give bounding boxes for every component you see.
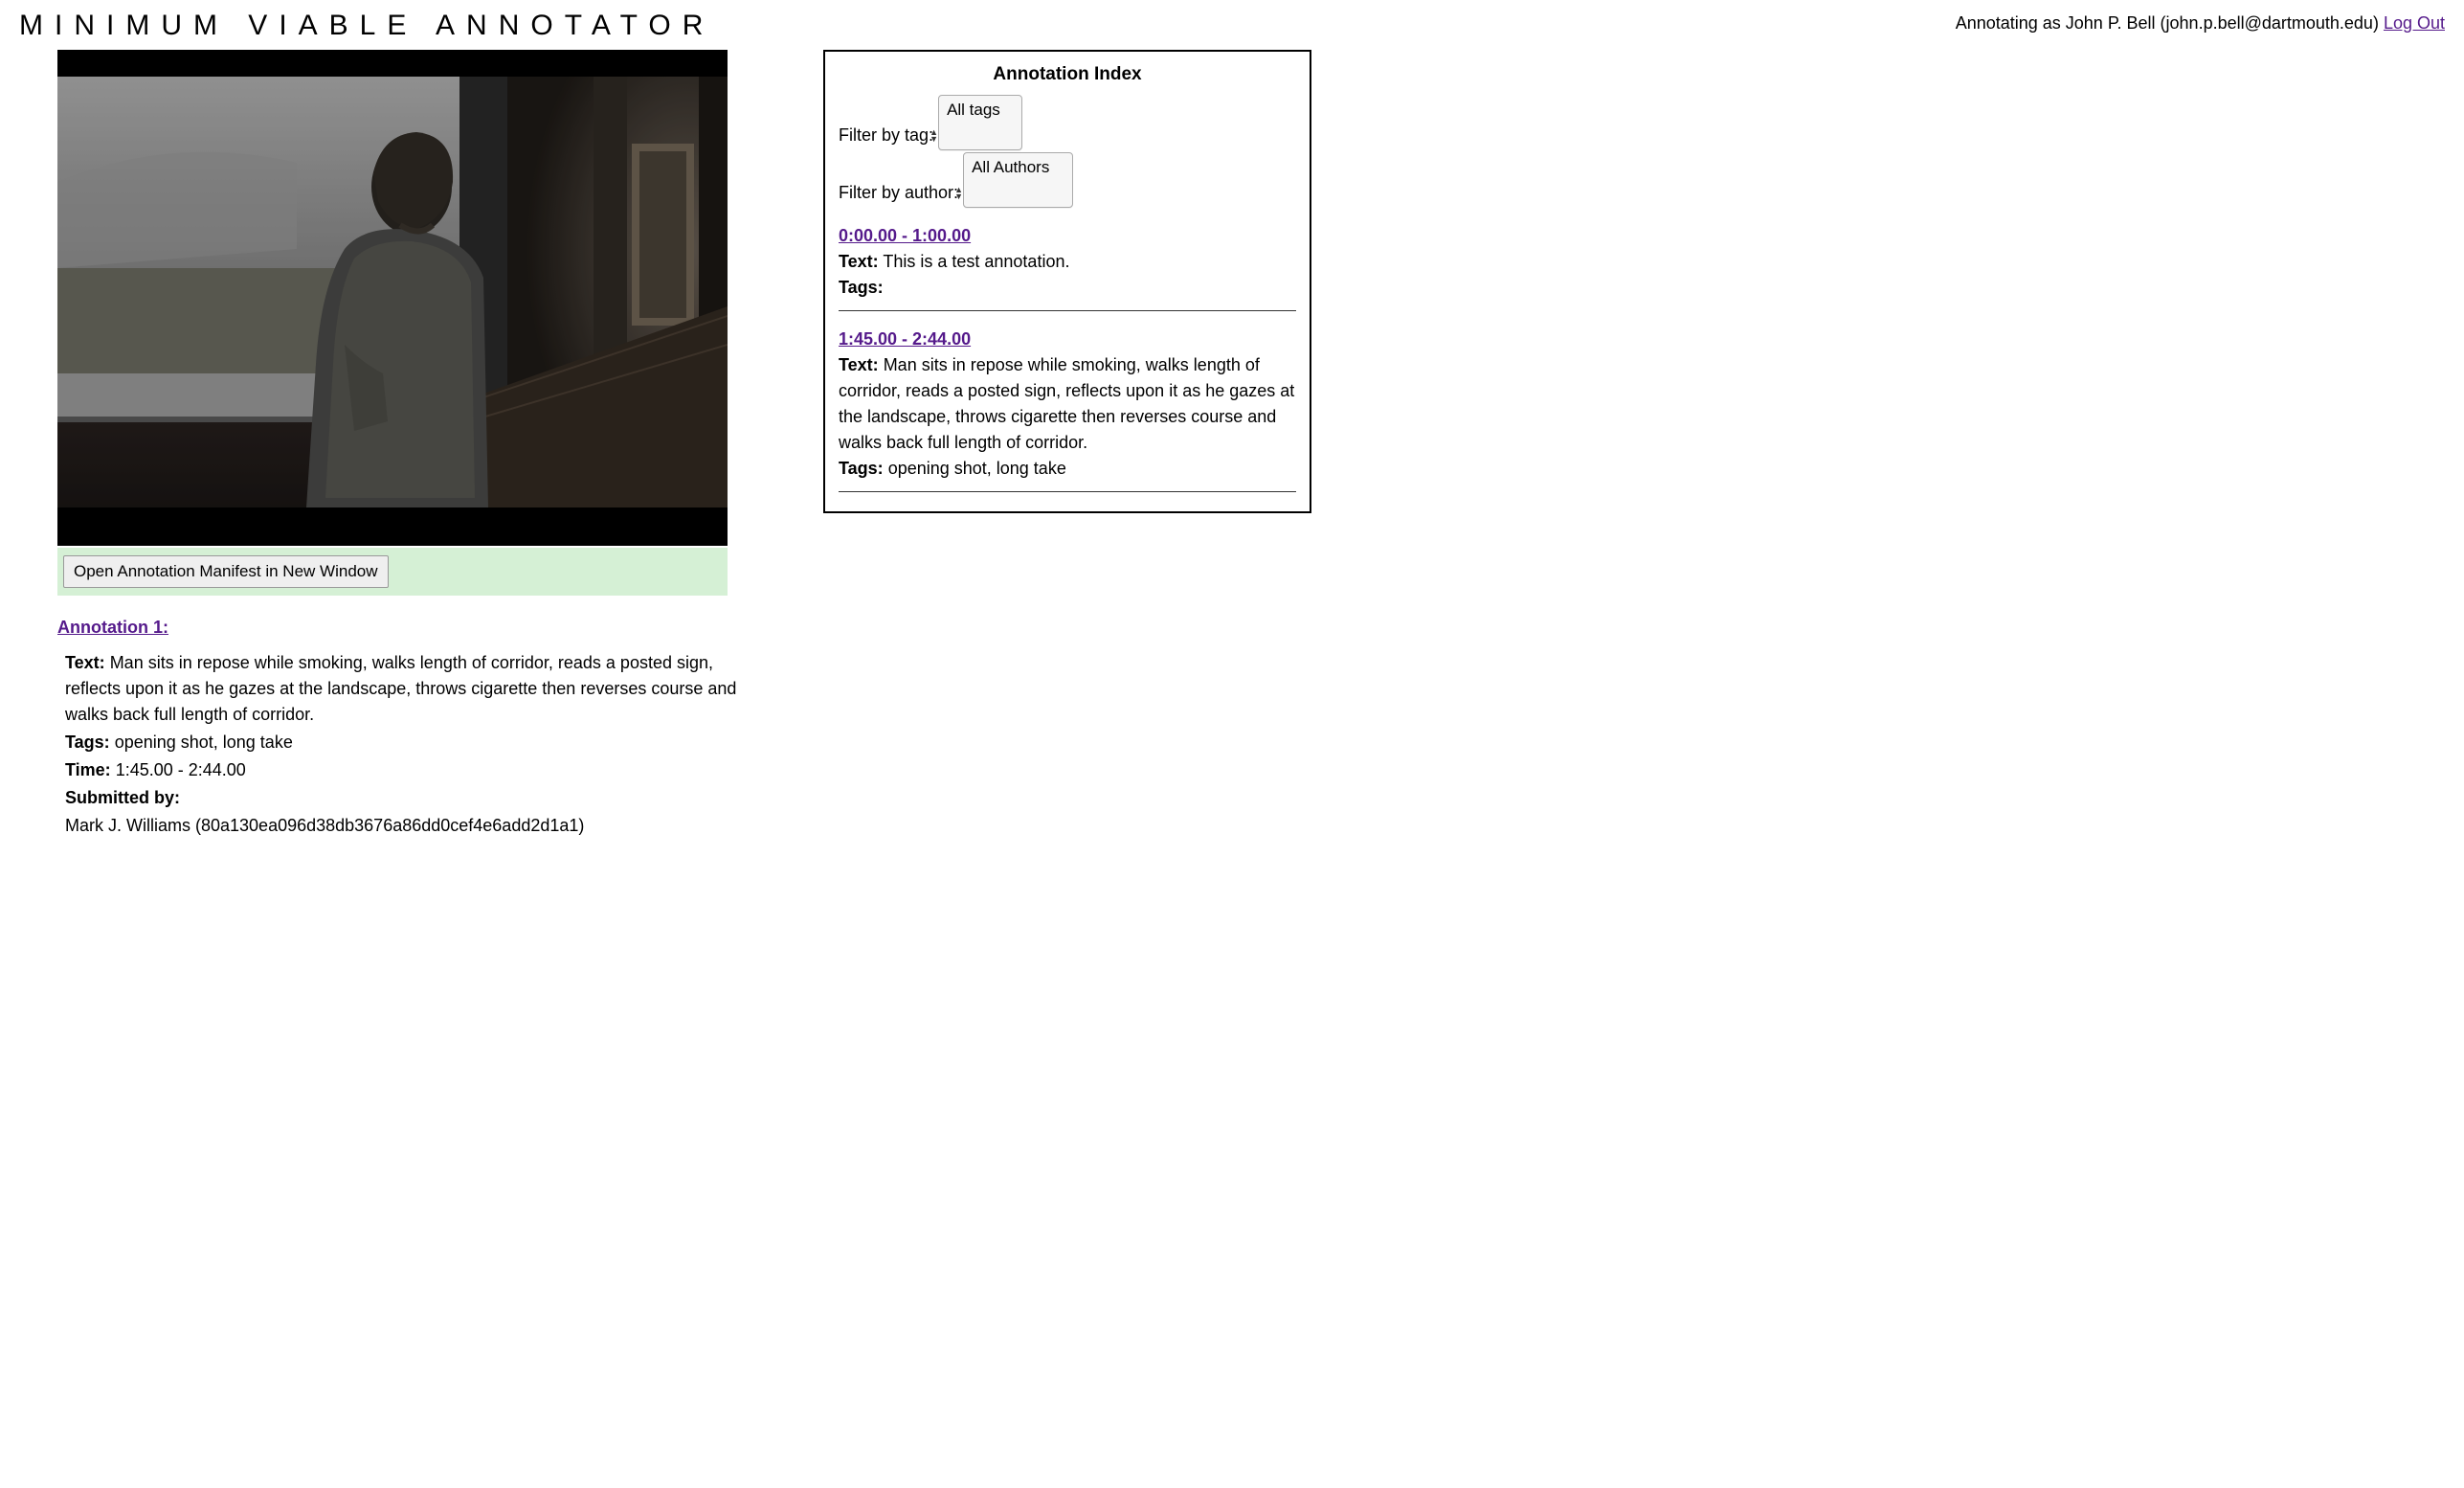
index-item-text-label: Text: xyxy=(839,355,879,374)
manifest-bar: Open Annotation Manifest in New Window xyxy=(57,548,728,596)
app-title: MINIMUM VIABLE ANNOTATOR xyxy=(19,10,714,42)
detail-tags-label: Tags: xyxy=(65,733,110,752)
index-item-time-link[interactable]: 1:45.00 - 2:44.00 xyxy=(839,329,971,349)
annotation-detail-title-link[interactable]: Annotation 1: xyxy=(57,618,168,637)
filter-author-label: Filter by author: xyxy=(839,183,958,202)
open-manifest-button[interactable]: Open Annotation Manifest in New Window xyxy=(63,555,389,588)
detail-text-value: Man sits in repose while smoking, walks … xyxy=(65,653,736,724)
detail-time-label: Time: xyxy=(65,760,111,779)
index-item-text-value: This is a test annotation. xyxy=(883,252,1069,271)
user-info: Annotating as John P. Bell (john.p.bell@… xyxy=(1956,10,2445,34)
index-item-tags-label: Tags: xyxy=(839,278,884,297)
detail-text-label: Text: xyxy=(65,653,105,672)
detail-time-value: 1:45.00 - 2:44.00 xyxy=(116,760,246,779)
filter-author-select[interactable]: All Authors xyxy=(968,157,1068,177)
annotation-index-panel: Annotation Index Filter by tag: All tags… xyxy=(823,50,1311,513)
user-email: john.p.bell@dartmouth.edu xyxy=(2166,13,2373,33)
index-item-text-value: Man sits in repose while smoking, walks … xyxy=(839,355,1294,452)
filter-tag-select[interactable]: All tags xyxy=(943,100,1018,120)
filter-tag-label: Filter by tag: xyxy=(839,125,933,145)
index-title: Annotation Index xyxy=(839,61,1296,89)
index-item: 0:00.00 - 1:00.00 Text: This is a test a… xyxy=(839,223,1296,311)
index-item-tags-value: opening shot, long take xyxy=(888,459,1066,478)
index-item-tags-label: Tags: xyxy=(839,459,884,478)
logout-link[interactable]: Log Out xyxy=(2384,13,2445,33)
video-player[interactable] xyxy=(57,50,728,546)
detail-submitted-by-label: Submitted by: xyxy=(65,788,180,807)
detail-submitted-by-value: Mark J. Williams (80a130ea096d38db3676a8… xyxy=(65,816,584,835)
user-name: John P. Bell xyxy=(2066,13,2156,33)
index-item-time-link[interactable]: 0:00.00 - 1:00.00 xyxy=(839,226,971,245)
video-frame xyxy=(57,77,728,507)
index-item-text-label: Text: xyxy=(839,252,879,271)
user-prefix: Annotating as xyxy=(1956,13,2066,33)
index-item: 1:45.00 - 2:44.00 Text: Man sits in repo… xyxy=(839,327,1296,492)
detail-tags-value: opening shot, long take xyxy=(115,733,293,752)
